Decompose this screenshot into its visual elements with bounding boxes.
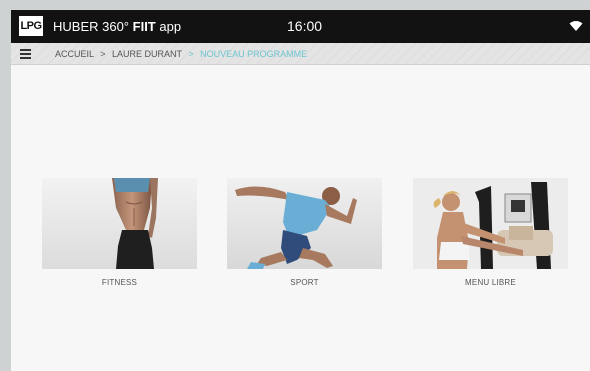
program-tile-menu-libre[interactable]: MENU LIBRE (413, 178, 568, 290)
program-tile-fitness[interactable]: FITNESS (42, 178, 197, 290)
app-screen: LPG HUBER 360° FIIT app 16:00 ACCUEIL > … (11, 10, 590, 371)
breadcrumb-separator: > (100, 49, 106, 59)
clock: 16:00 (287, 18, 323, 34)
program-label: SPORT (290, 278, 319, 287)
lpg-logo: LPG (19, 16, 43, 36)
sport-image (227, 178, 382, 269)
menu-libre-image (413, 178, 568, 269)
program-label: FITNESS (101, 278, 138, 287)
breadcrumb-current: NOUVEAU PROGRAMME (200, 49, 308, 59)
hamburger-icon[interactable] (20, 49, 31, 59)
program-label: MENU LIBRE (465, 278, 516, 287)
fitness-image (42, 178, 197, 269)
breadcrumb-client[interactable]: LAURE DURANT (112, 49, 182, 59)
program-tile-sport[interactable]: SPORT (227, 178, 382, 290)
app-brand: FIIT (132, 19, 156, 34)
wifi-icon (569, 21, 583, 31)
app-title: HUBER 360° FIIT app (53, 19, 181, 34)
breadcrumb-home[interactable]: ACCUEIL (55, 49, 94, 59)
status-bar: LPG HUBER 360° FIIT app 16:00 (11, 10, 590, 43)
breadcrumb-separator: > (188, 49, 194, 59)
breadcrumb-bar: ACCUEIL > LAURE DURANT > NOUVEAU PROGRAM… (11, 43, 590, 65)
app-suffix: app (155, 19, 182, 34)
breadcrumb: ACCUEIL > LAURE DURANT > NOUVEAU PROGRAM… (55, 49, 307, 59)
app-name: HUBER 360° (53, 19, 130, 34)
